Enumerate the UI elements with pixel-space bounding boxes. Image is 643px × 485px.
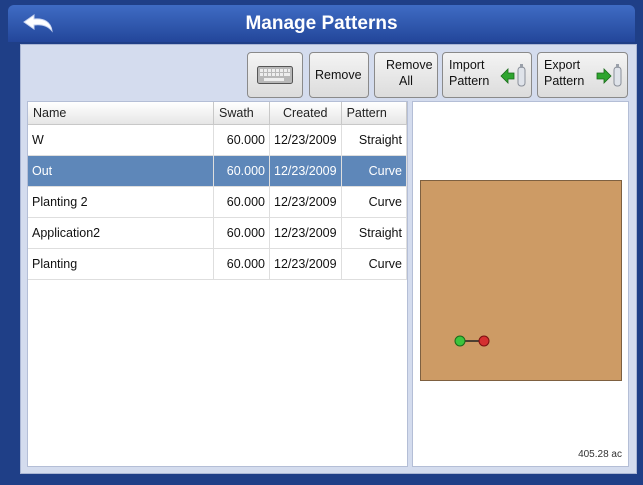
column-header-name[interactable]: Name (28, 102, 214, 125)
table-row[interactable]: W 60.000 12/23/2009 Straight (28, 124, 408, 156)
row-swath: 60.000 (213, 217, 270, 249)
field-boundary (420, 180, 622, 381)
area-readout: 405.28 ac (578, 449, 622, 460)
pattern-table: Name Swath Created Pattern W 60.000 12/2… (28, 102, 408, 280)
column-header-swath[interactable]: Swath (213, 102, 270, 125)
page-title: Manage Patterns (245, 13, 398, 34)
table-row-selected[interactable]: Out 60.000 12/23/2009 Curve (28, 155, 408, 187)
remove-all-label-line1: Remove (386, 58, 433, 72)
import-arrow-icon (500, 64, 526, 87)
table-row[interactable]: Planting 60.000 12/23/2009 Curve (28, 248, 408, 280)
row-pattern: Straight (341, 217, 408, 249)
export-label-line2: Pattern (544, 74, 585, 88)
row-created: 12/23/2009 (269, 124, 342, 156)
title-bar: Manage Patterns (8, 5, 635, 42)
table-row[interactable]: Planting 2 60.000 12/23/2009 Curve (28, 186, 408, 218)
row-created: 12/23/2009 (269, 217, 342, 249)
remove-all-label-line2: All (399, 74, 413, 88)
row-pattern: Curve (341, 155, 408, 187)
import-pattern-button[interactable]: Import Pattern (442, 52, 532, 98)
row-swath: 60.000 (213, 186, 270, 218)
remove-button-label: Remove (315, 68, 362, 82)
export-arrow-icon (596, 64, 622, 87)
remove-all-button[interactable]: Remove All (374, 52, 438, 98)
import-label-line1: Import (449, 58, 485, 72)
pattern-preview: 405.28 ac (412, 101, 629, 467)
row-name: Out (28, 155, 214, 187)
row-pattern: Straight (341, 124, 408, 156)
pattern-list[interactable]: Name Swath Created Pattern W 60.000 12/2… (27, 101, 408, 467)
row-name: W (28, 124, 214, 156)
row-pattern: Curve (341, 248, 408, 280)
column-header-pattern[interactable]: Pattern (341, 102, 408, 125)
export-label-line1: Export (544, 58, 581, 72)
row-swath: 60.000 (213, 248, 270, 280)
row-created: 12/23/2009 (269, 248, 342, 280)
row-created: 12/23/2009 (269, 155, 342, 187)
row-swath: 60.000 (213, 155, 270, 187)
row-pattern: Curve (341, 186, 408, 218)
keyboard-button[interactable] (247, 52, 303, 98)
table-row[interactable]: Application2 60.000 12/23/2009 Straight (28, 217, 408, 249)
export-pattern-button[interactable]: Export Pattern (537, 52, 628, 98)
keyboard-icon (257, 66, 293, 84)
row-swath: 60.000 (213, 124, 270, 156)
row-created: 12/23/2009 (269, 186, 342, 218)
row-name: Application2 (28, 217, 214, 249)
ab-line-icon (454, 335, 490, 347)
column-header-created[interactable]: Created (269, 102, 342, 125)
import-label-line2: Pattern (449, 74, 490, 88)
row-name: Planting 2 (28, 186, 214, 218)
remove-button[interactable]: Remove (309, 52, 369, 98)
row-name: Planting (28, 248, 214, 280)
